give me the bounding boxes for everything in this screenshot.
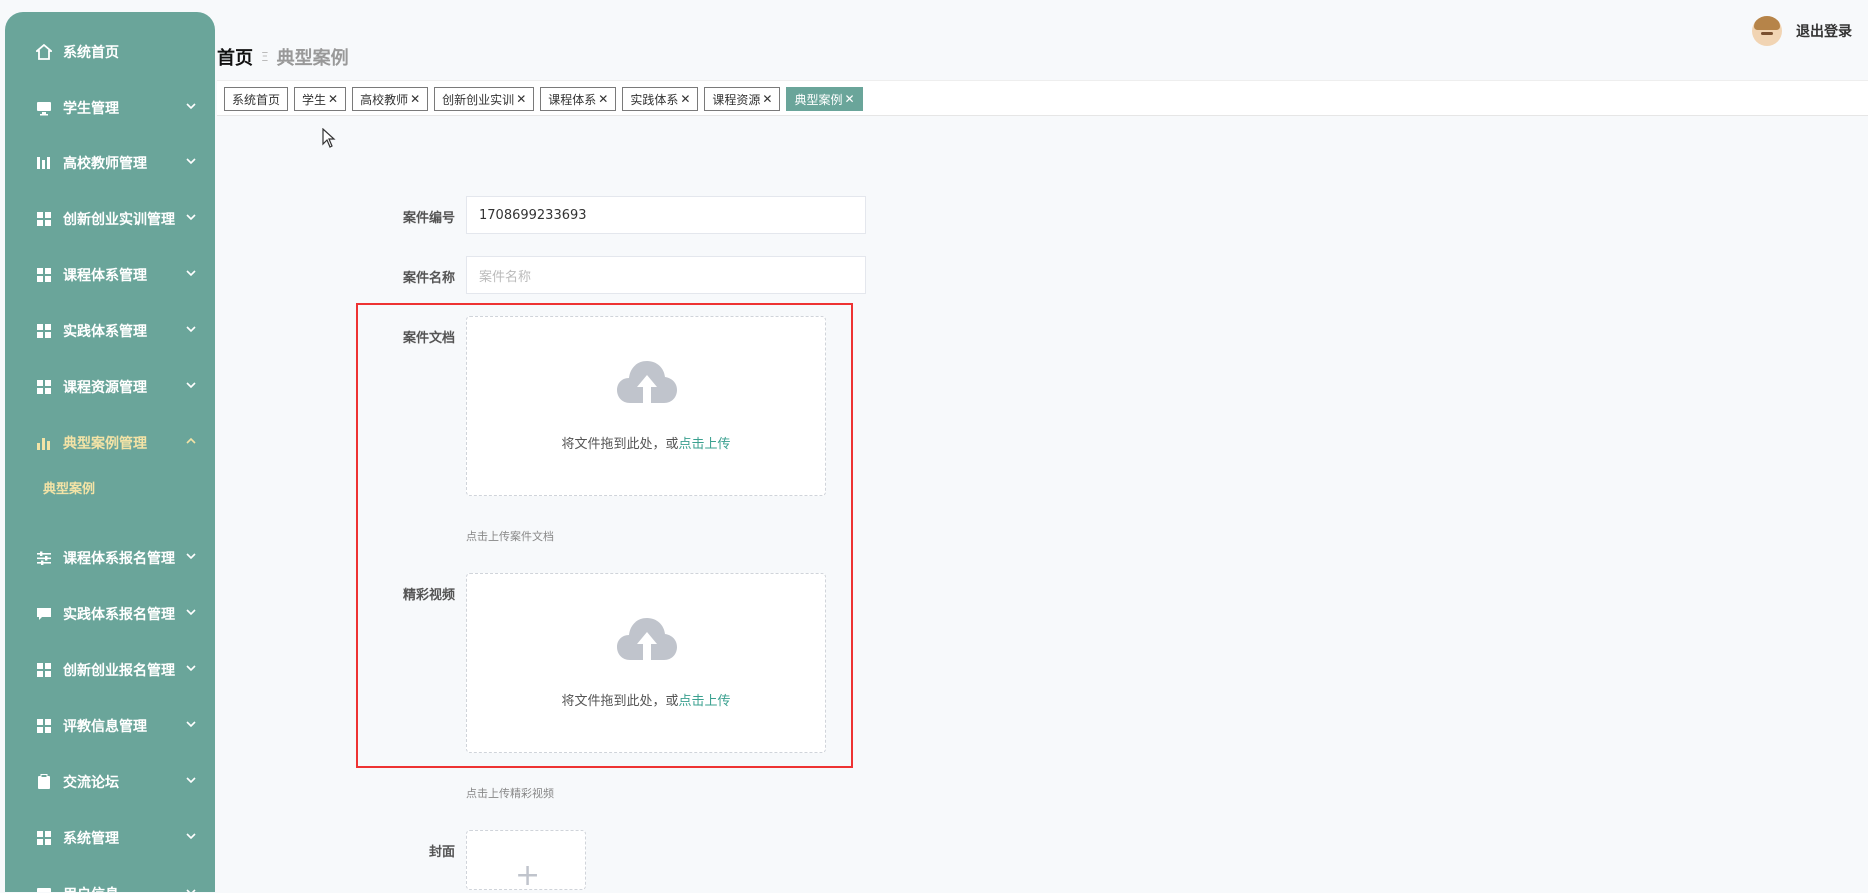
- sidebar-item-4[interactable]: 课程体系管理: [5, 247, 215, 303]
- sidebar: 典型案例 系统首页学生管理 高校教师管理 创新创业实训管理 课程体系管理 实践体系管理课…: [5, 12, 215, 892]
- tab-label: 系统首页: [232, 92, 281, 107]
- highlight-box: [356, 303, 853, 768]
- breadcrumb-current: 典型案例: [276, 48, 349, 69]
- chart-icon: [35, 434, 53, 452]
- sidebar-item-14[interactable]: 用户信息: [5, 866, 215, 892]
- tab-2[interactable]: 高校教师 ✕: [352, 87, 429, 111]
- sidebar-item-2[interactable]: 高校教师管理: [5, 135, 215, 191]
- sidebar-item-1[interactable]: 学生管理: [5, 80, 215, 136]
- tab-7[interactable]: 典型案例 ✕: [786, 87, 863, 111]
- clipboard-icon: [35, 773, 53, 791]
- user-area: 退出登录: [1752, 16, 1852, 46]
- sidebar-item-5[interactable]: 实践体系管理: [5, 303, 215, 359]
- monitor-icon: [35, 99, 53, 117]
- sidebar-item-9[interactable]: 实践体系报名管理: [5, 586, 215, 642]
- chevron-down-icon: [185, 323, 197, 335]
- chevron-down-icon: [185, 830, 197, 842]
- sidebar-item-0[interactable]: 系统首页: [5, 24, 215, 80]
- chevron-down-icon: [185, 662, 197, 674]
- close-icon[interactable]: ✕: [598, 92, 608, 106]
- grid-icon: [35, 322, 53, 340]
- close-icon[interactable]: ✕: [516, 92, 526, 106]
- chevron-down-icon: [185, 155, 197, 167]
- tab-label: 创新创业实训: [442, 92, 515, 107]
- chevron-down-icon: [185, 606, 197, 618]
- chevron-down-icon: [185, 379, 197, 391]
- close-icon[interactable]: ✕: [680, 92, 690, 106]
- chevron-down-icon: [185, 774, 197, 786]
- sidebar-item-13[interactable]: 系统管理: [5, 810, 215, 866]
- close-icon[interactable]: ✕: [845, 92, 855, 106]
- chevron-up-icon: [185, 435, 197, 447]
- grid-icon: [35, 661, 53, 679]
- plus-icon: +: [515, 858, 541, 893]
- case-name-input[interactable]: 案件名称: [466, 256, 866, 294]
- home-icon: [35, 43, 53, 61]
- close-icon[interactable]: ✕: [410, 92, 420, 106]
- sidebar-item-7[interactable]: 典型案例管理: [5, 415, 215, 471]
- tab-5[interactable]: 实践体系 ✕: [622, 87, 699, 111]
- grid-icon: [35, 378, 53, 396]
- chevron-down-icon: [185, 886, 197, 892]
- grid-icon: [35, 210, 53, 228]
- tab-label: 课程体系: [548, 92, 597, 107]
- sliders-icon: [35, 549, 53, 567]
- tab-0[interactable]: 系统首页: [224, 87, 289, 111]
- sidebar-item-3[interactable]: 创新创业实训管理: [5, 191, 215, 247]
- video-tip: 点击上传精彩视频: [466, 787, 554, 800]
- grid-icon: [35, 266, 53, 284]
- mouse-cursor-icon: [322, 128, 336, 148]
- chevron-down-icon: [185, 100, 197, 112]
- tab-label: 课程资源: [712, 92, 761, 107]
- chevron-down-icon: [185, 718, 197, 730]
- logout-button[interactable]: 退出登录: [1796, 21, 1852, 41]
- chevron-down-icon: [185, 550, 197, 562]
- close-icon[interactable]: ✕: [328, 92, 338, 106]
- sidebar-item-label: 系统首页: [63, 45, 119, 61]
- sidebar-item-11[interactable]: 评教信息管理: [5, 698, 215, 754]
- sidebar-item-8[interactable]: 课程体系报名管理: [5, 530, 215, 586]
- monitor-icon: [35, 885, 53, 892]
- tabs: 系统首页 学生 ✕ 高校教师 ✕ 创新创业实训 ✕ 课程体系 ✕ 实践体系 ✕ 课程资源 ✕ 典型案例 ✕: [224, 87, 863, 111]
- sidebar-item-10[interactable]: 创新创业报名管理: [5, 642, 215, 698]
- chat-icon: [35, 605, 53, 623]
- tab-1[interactable]: 学生 ✕: [294, 87, 347, 111]
- sidebar-item-12[interactable]: 交流论坛: [5, 754, 215, 810]
- tab-bar: 系统首页 学生 ✕ 高校教师 ✕ 创新创业实训 ✕ 课程体系 ✕ 实践体系 ✕ 课程资源 ✕ 典型案例 ✕: [217, 80, 1868, 116]
- cover-upload-area[interactable]: +: [466, 830, 586, 893]
- avatar[interactable]: [1752, 16, 1782, 46]
- chevron-down-icon: [185, 267, 197, 279]
- tab-4[interactable]: 课程体系 ✕: [540, 87, 617, 111]
- grid-icon: [35, 717, 53, 735]
- tab-label: 典型案例: [794, 92, 843, 107]
- breadcrumb-home[interactable]: 首页: [217, 44, 253, 70]
- cover-label: 封面: [428, 845, 455, 860]
- case-number-input[interactable]: 1708699233693: [466, 196, 866, 234]
- chevron-down-icon: [185, 211, 197, 223]
- tab-label: 学生: [302, 92, 327, 107]
- case-name-label: 案件名称: [402, 271, 455, 286]
- breadcrumb-separator: Ξ: [261, 50, 269, 64]
- case-number-label: 案件编号: [402, 211, 455, 226]
- close-icon[interactable]: ✕: [762, 92, 772, 106]
- bars-icon: [35, 154, 53, 172]
- tab-3[interactable]: 创新创业实训 ✕: [434, 87, 535, 111]
- tab-label: 高校教师: [360, 92, 409, 107]
- tab-label: 实践体系: [630, 92, 679, 107]
- submenu-item-typical-case[interactable]: 典型案例: [43, 478, 95, 497]
- tab-6[interactable]: 课程资源 ✕: [704, 87, 781, 111]
- sidebar-item-6[interactable]: 课程资源管理: [5, 359, 215, 415]
- breadcrumb: 首页 Ξ 典型案例: [217, 44, 349, 70]
- grid-icon: [35, 829, 53, 847]
